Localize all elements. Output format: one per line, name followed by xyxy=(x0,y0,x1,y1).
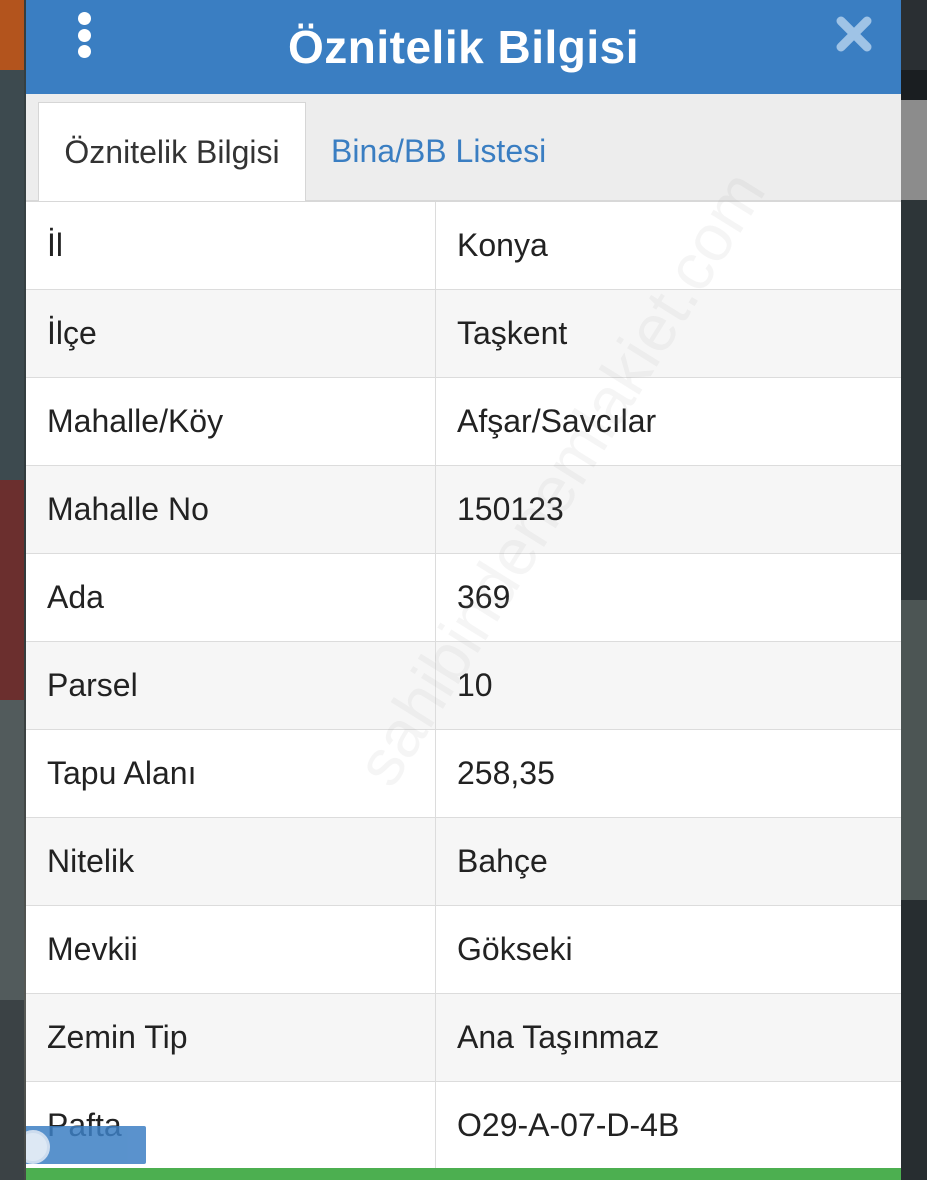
row-label: İl xyxy=(26,202,436,290)
row-value: Gökseki xyxy=(435,905,901,994)
row-label: İlçe xyxy=(26,289,436,378)
dialog-header: Öznitelik Bilgisi xyxy=(26,0,901,94)
more-options-icon[interactable] xyxy=(74,12,94,58)
map-edge-right xyxy=(901,0,927,1180)
row-value: Ana Taşınmaz xyxy=(435,993,901,1082)
table-row: İlçe Taşkent xyxy=(26,289,901,378)
close-icon[interactable] xyxy=(835,15,873,53)
row-value: 258,35 xyxy=(435,729,901,818)
row-value: Taşkent xyxy=(435,289,901,378)
table-row: Pafta O29-A-07-D-4B xyxy=(26,1081,901,1170)
row-value: Afşar/Savcılar xyxy=(435,377,901,466)
table-row: İl Konya xyxy=(26,202,901,290)
tab-bar: Öznitelik Bilgisi Bina/BB Listesi xyxy=(26,94,901,202)
row-label: Mahalle No xyxy=(26,465,436,554)
row-label: Nitelik xyxy=(26,817,436,906)
row-label: Zemin Tip xyxy=(26,993,436,1082)
table-row: Zemin Tip Ana Taşınmaz xyxy=(26,993,901,1082)
tab-building-list[interactable]: Bina/BB Listesi xyxy=(331,102,546,200)
row-label: Tapu Alanı xyxy=(26,729,436,818)
row-label: Parsel xyxy=(26,641,436,730)
row-value: O29-A-07-D-4B xyxy=(435,1081,901,1170)
footer-bar xyxy=(26,1168,901,1180)
table-row: Parsel 10 xyxy=(26,641,901,730)
row-label: Mevkii xyxy=(26,905,436,994)
row-value: Bahçe xyxy=(435,817,901,906)
row-value: 150123 xyxy=(435,465,901,554)
table-row: Ada 369 xyxy=(26,553,901,642)
row-value: Konya xyxy=(435,202,901,290)
map-edge-left xyxy=(0,0,24,1180)
tab-attribute-info[interactable]: Öznitelik Bilgisi xyxy=(38,102,306,201)
table-row: Nitelik Bahçe xyxy=(26,817,901,906)
dialog-title: Öznitelik Bilgisi xyxy=(287,21,639,73)
table-row: Mahalle No 150123 xyxy=(26,465,901,554)
table-row: Mevkii Gökseki xyxy=(26,905,901,994)
row-label: Ada xyxy=(26,553,436,642)
row-label: Mahalle/Köy xyxy=(26,377,436,466)
table-row: Tapu Alanı 258,35 xyxy=(26,729,901,818)
row-value: 10 xyxy=(435,641,901,730)
watermark-logo xyxy=(26,1126,146,1164)
table-row: Mahalle/Köy Afşar/Savcılar xyxy=(26,377,901,466)
attribute-table: İl Konya İlçe Taşkent Mahalle/Köy Afşar/… xyxy=(26,202,901,1170)
row-value: 369 xyxy=(435,553,901,642)
attribute-info-dialog: Öznitelik Bilgisi Öznitelik Bilgisi Bina… xyxy=(26,0,901,1180)
